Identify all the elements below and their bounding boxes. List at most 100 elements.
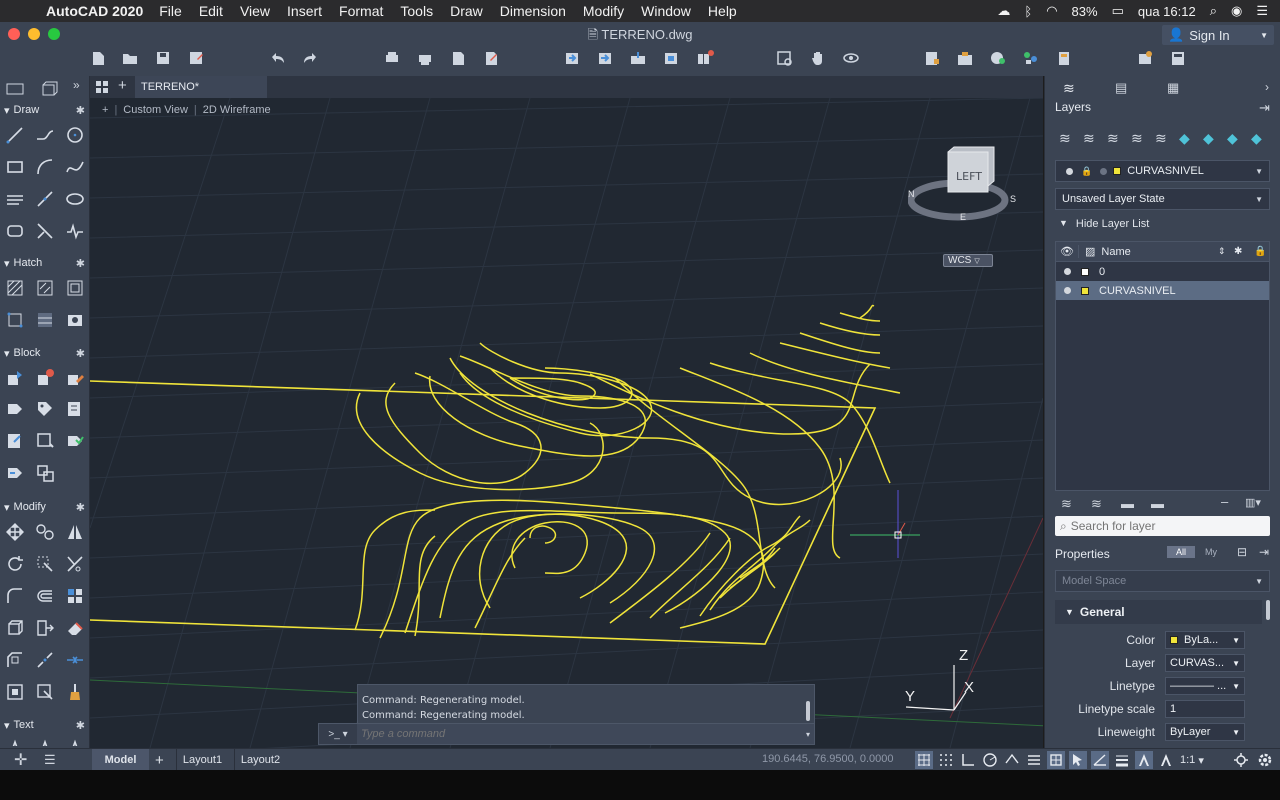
select-objects-icon[interactable]: ⊟	[1237, 545, 1247, 559]
attribute-tag-icon[interactable]	[34, 398, 56, 420]
menu-format[interactable]: Format	[339, 3, 383, 19]
zoom-window-icon[interactable]	[775, 49, 795, 67]
region-tool-icon[interactable]	[4, 220, 26, 242]
join-tool-icon[interactable]	[64, 649, 86, 671]
properties-icon[interactable]	[922, 49, 942, 67]
blocks-tab-icon[interactable]: ▤	[1115, 80, 1127, 96]
layer-color-swatch[interactable]	[1081, 267, 1089, 276]
ellipse-tool-icon[interactable]	[64, 188, 86, 210]
settings-gear-icon[interactable]	[1256, 751, 1274, 769]
viewcube[interactable]: S E N LEFT	[908, 142, 1028, 232]
current-layer-dropdown[interactable]: 🔒 CURVASNIVEL ▼	[1055, 160, 1270, 182]
tab-layout2[interactable]: Layout2	[234, 749, 286, 771]
content-icon[interactable]	[988, 49, 1008, 67]
menu-window[interactable]: Window	[641, 3, 691, 19]
sheet-set-icon[interactable]	[1054, 49, 1074, 67]
property-filter-icon[interactable]: ▬	[1121, 496, 1134, 511]
command-input[interactable]	[357, 724, 806, 744]
new-group-filter-icon[interactable]: ≋	[1091, 496, 1102, 512]
menu-dimension[interactable]: Dimension	[500, 3, 566, 19]
section-block-header[interactable]: ▾ Block ✱	[0, 344, 90, 362]
visual-style-button[interactable]: 2D Wireframe	[203, 104, 271, 116]
rectangle-tool-icon[interactable]	[4, 156, 26, 178]
menu-help[interactable]: Help	[708, 3, 737, 19]
command-history-scrollbar[interactable]	[806, 701, 810, 721]
minus-icon[interactable]: –	[1221, 494, 1228, 509]
save-icon[interactable]	[153, 49, 173, 67]
menu-insert[interactable]: Insert	[287, 3, 322, 19]
define-attributes-icon[interactable]	[4, 398, 26, 420]
group-filter-icon[interactable]: ▬	[1151, 496, 1164, 511]
prop-color-dropdown[interactable]: ByLa... ▼	[1165, 631, 1245, 649]
palette-toggle-icon[interactable]	[4, 78, 26, 96]
orbit-icon[interactable]	[841, 49, 861, 67]
isometric-drafting-icon[interactable]	[1003, 751, 1021, 769]
layout-list-icon[interactable]: ☰	[44, 752, 56, 768]
layer-state-dropdown[interactable]: Unsaved Layer State ▼	[1055, 188, 1270, 210]
scale-tool-icon[interactable]	[34, 553, 56, 575]
start-tab-grid-icon[interactable]	[94, 79, 110, 95]
single-line-text-icon[interactable]	[34, 738, 56, 746]
multiline-tool-icon[interactable]	[4, 188, 26, 210]
tool-palettes-icon[interactable]	[1021, 49, 1041, 67]
offset-tool-icon[interactable]	[34, 585, 56, 607]
revcloud-tool-icon[interactable]	[64, 220, 86, 242]
section-hatch-header[interactable]: ▾ Hatch ✱	[0, 254, 90, 272]
share-icon[interactable]	[628, 49, 648, 67]
array-tool-icon[interactable]	[64, 585, 86, 607]
ortho-mode-icon[interactable]	[959, 751, 977, 769]
wifi-icon[interactable]: ◠	[1046, 3, 1057, 19]
arc-tool-icon[interactable]	[34, 156, 56, 178]
gear-icon[interactable]: ✱	[76, 501, 85, 514]
object-snap-tracking-icon[interactable]	[1025, 751, 1043, 769]
prop-linetype-dropdown[interactable]: ———— ... ▼	[1165, 677, 1245, 695]
auto-scale-icon[interactable]	[1157, 751, 1175, 769]
dynamic-ucs-icon[interactable]	[1091, 751, 1109, 769]
image-tool-icon[interactable]	[64, 309, 86, 331]
stretch-tool-icon[interactable]	[34, 617, 56, 639]
boundary-tool-icon[interactable]	[64, 277, 86, 299]
block-editor-icon[interactable]	[34, 430, 56, 452]
section-modify-header[interactable]: ▾ Modify ✱	[0, 498, 90, 516]
3d-solid-icon[interactable]	[4, 617, 26, 639]
data-link-icon[interactable]	[34, 462, 56, 484]
synchronize-icon[interactable]	[64, 430, 86, 452]
publish-icon[interactable]	[481, 49, 501, 67]
siri-icon[interactable]: ◉	[1231, 3, 1242, 19]
general-section-header[interactable]: ▼ General	[1055, 600, 1262, 624]
creative-cloud-icon[interactable]: ☁	[997, 3, 1010, 19]
tab-layout1[interactable]: Layout1	[176, 749, 228, 771]
edit-block-icon[interactable]	[64, 367, 86, 389]
set-current-layer-icon[interactable]: ≋	[1131, 130, 1143, 147]
polyline-tool-icon[interactable]	[34, 124, 56, 146]
layer-isolate-icon[interactable]: ◆	[1179, 130, 1190, 147]
lineweight-icon[interactable]	[1113, 751, 1131, 769]
paintbrush-icon[interactable]	[64, 681, 86, 703]
snap-mode-icon[interactable]	[937, 751, 955, 769]
batch-plot-icon[interactable]	[415, 49, 435, 67]
trim-tool-icon[interactable]	[64, 553, 86, 575]
layer-unisolate-icon[interactable]: ◆	[1203, 130, 1214, 147]
create-block-icon[interactable]	[34, 367, 56, 389]
new-drawing-icon[interactable]	[88, 49, 108, 67]
tab-model[interactable]: Model	[92, 749, 149, 771]
menu-modify[interactable]: Modify	[583, 3, 624, 19]
toggle-all-button[interactable]: All	[1167, 546, 1195, 558]
undo-icon[interactable]	[268, 49, 288, 67]
layer-row-curvasnivel[interactable]: CURVASNIVEL	[1056, 281, 1269, 300]
break-tool-icon[interactable]	[34, 649, 56, 671]
layer-lock-icon[interactable]: ◆	[1251, 130, 1262, 147]
layer-states-icon[interactable]: ≋	[1155, 130, 1167, 147]
page-setup-icon[interactable]	[448, 49, 468, 67]
layer-freeze-icon[interactable]: ◆	[1227, 130, 1238, 147]
sign-in-button[interactable]: 👤 Sign In ▼	[1162, 25, 1274, 45]
menu-view[interactable]: View	[240, 3, 270, 19]
add-sheet-icon[interactable]: ✛	[14, 750, 27, 770]
hatch-tool-icon[interactable]	[4, 277, 26, 299]
write-block-icon[interactable]	[4, 430, 26, 452]
visibility-column-icon[interactable]: 👁	[1056, 245, 1078, 258]
layer-search-input[interactable]	[1070, 519, 1251, 533]
battery-percent[interactable]: 83%	[1072, 4, 1098, 19]
palette-3d-icon[interactable]	[38, 78, 60, 96]
import-icon[interactable]	[562, 49, 582, 67]
